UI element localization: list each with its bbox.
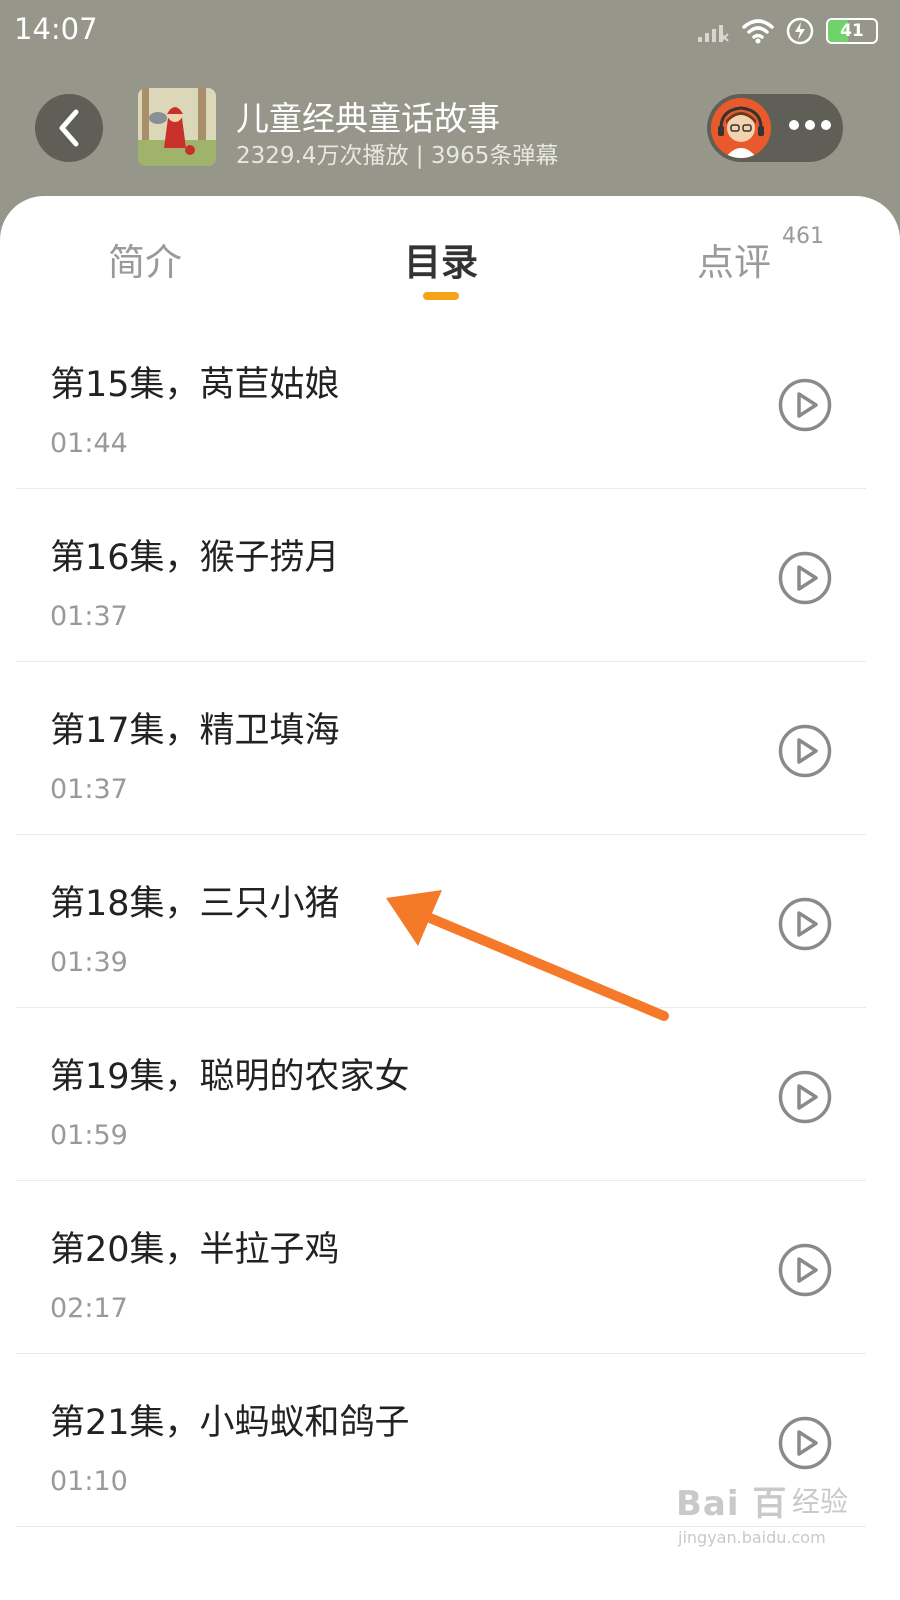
episode-title: 第17集，精卫填海 <box>50 711 340 751</box>
status-bar: 14:07 41 <box>0 0 900 62</box>
tab-review[interactable]: 点评 <box>697 232 771 286</box>
user-avatar-icon <box>711 98 771 158</box>
episode-item[interactable]: 第15集，莴苣姑娘 01:44 <box>16 316 866 489</box>
watermark-text: 经验 <box>792 1485 849 1518</box>
chevron-left-icon <box>59 109 79 147</box>
episode-list: 第15集，莴苣姑娘 01:44 第16集，猴子捞月 01:37 第17集，精卫填… <box>0 316 900 1527</box>
album-cover-image <box>138 88 216 166</box>
episode-title: 第21集，小蚂蚁和鸽子 <box>50 1403 410 1443</box>
episode-title: 第16集，猴子捞月 <box>50 538 340 578</box>
tab-intro[interactable]: 简介 <box>108 232 182 286</box>
episode-duration: 01:37 <box>50 774 128 805</box>
episode-item[interactable]: 第17集，精卫填海 01:37 <box>16 662 866 835</box>
album-cover[interactable] <box>138 88 216 166</box>
episode-duration: 02:17 <box>50 1293 128 1324</box>
episode-item[interactable]: 第19集，聪明的农家女 01:59 <box>16 1008 866 1181</box>
album-title: 儿童经典童话故事 <box>236 99 500 138</box>
episode-duration: 01:10 <box>50 1466 128 1497</box>
signal-icon <box>698 25 729 42</box>
episode-title: 第20集，半拉子鸡 <box>50 1230 340 1270</box>
play-icon[interactable] <box>778 897 832 951</box>
episode-duration: 01:37 <box>50 601 128 632</box>
play-icon[interactable] <box>778 1070 832 1124</box>
battery-icon: 41 <box>826 18 878 44</box>
active-tab-indicator <box>423 292 459 300</box>
play-icon[interactable] <box>778 724 832 778</box>
episode-item[interactable]: 第20集，半拉子鸡 02:17 <box>16 1181 866 1354</box>
episode-title: 第18集，三只小猪 <box>50 884 340 924</box>
album-header: 儿童经典童话故事 2329.4万次播放 | 3965条弹幕 <box>0 78 900 188</box>
status-time: 14:07 <box>14 12 98 46</box>
more-options-icon[interactable] <box>789 120 831 130</box>
watermark: Bai 百 经验 jingyan.baidu.com <box>676 1468 876 1568</box>
album-stats: 2329.4万次播放 | 3965条弹幕 <box>236 143 559 169</box>
watermark-logo: Bai 百 <box>676 1484 788 1524</box>
watermark-url: jingyan.baidu.com <box>678 1528 826 1547</box>
episode-title: 第15集，莴苣姑娘 <box>50 365 340 405</box>
wifi-icon <box>742 19 774 44</box>
episode-title: 第19集，聪明的农家女 <box>50 1057 410 1097</box>
play-icon[interactable] <box>778 1416 832 1470</box>
review-count-badge: 461 <box>782 224 824 249</box>
tab-catalog[interactable]: 目录 <box>404 232 478 286</box>
content-panel: 简介 目录 点评 461 第15集，莴苣姑娘 01:44 第16集，猴子捞月 0… <box>0 196 900 1600</box>
episode-duration: 01:59 <box>50 1120 128 1151</box>
play-icon[interactable] <box>778 378 832 432</box>
tab-bar: 简介 目录 点评 461 <box>0 196 900 316</box>
charging-icon <box>786 17 814 45</box>
episode-duration: 01:39 <box>50 947 128 978</box>
play-icon[interactable] <box>778 551 832 605</box>
avatar[interactable] <box>711 98 771 158</box>
episode-item[interactable]: 第18集，三只小猪 01:39 <box>16 835 866 1008</box>
play-icon[interactable] <box>778 1243 832 1297</box>
back-button[interactable] <box>35 94 103 162</box>
header-actions <box>707 94 843 162</box>
episode-duration: 01:44 <box>50 428 128 459</box>
battery-level: 41 <box>840 21 864 41</box>
episode-item[interactable]: 第16集，猴子捞月 01:37 <box>16 489 866 662</box>
